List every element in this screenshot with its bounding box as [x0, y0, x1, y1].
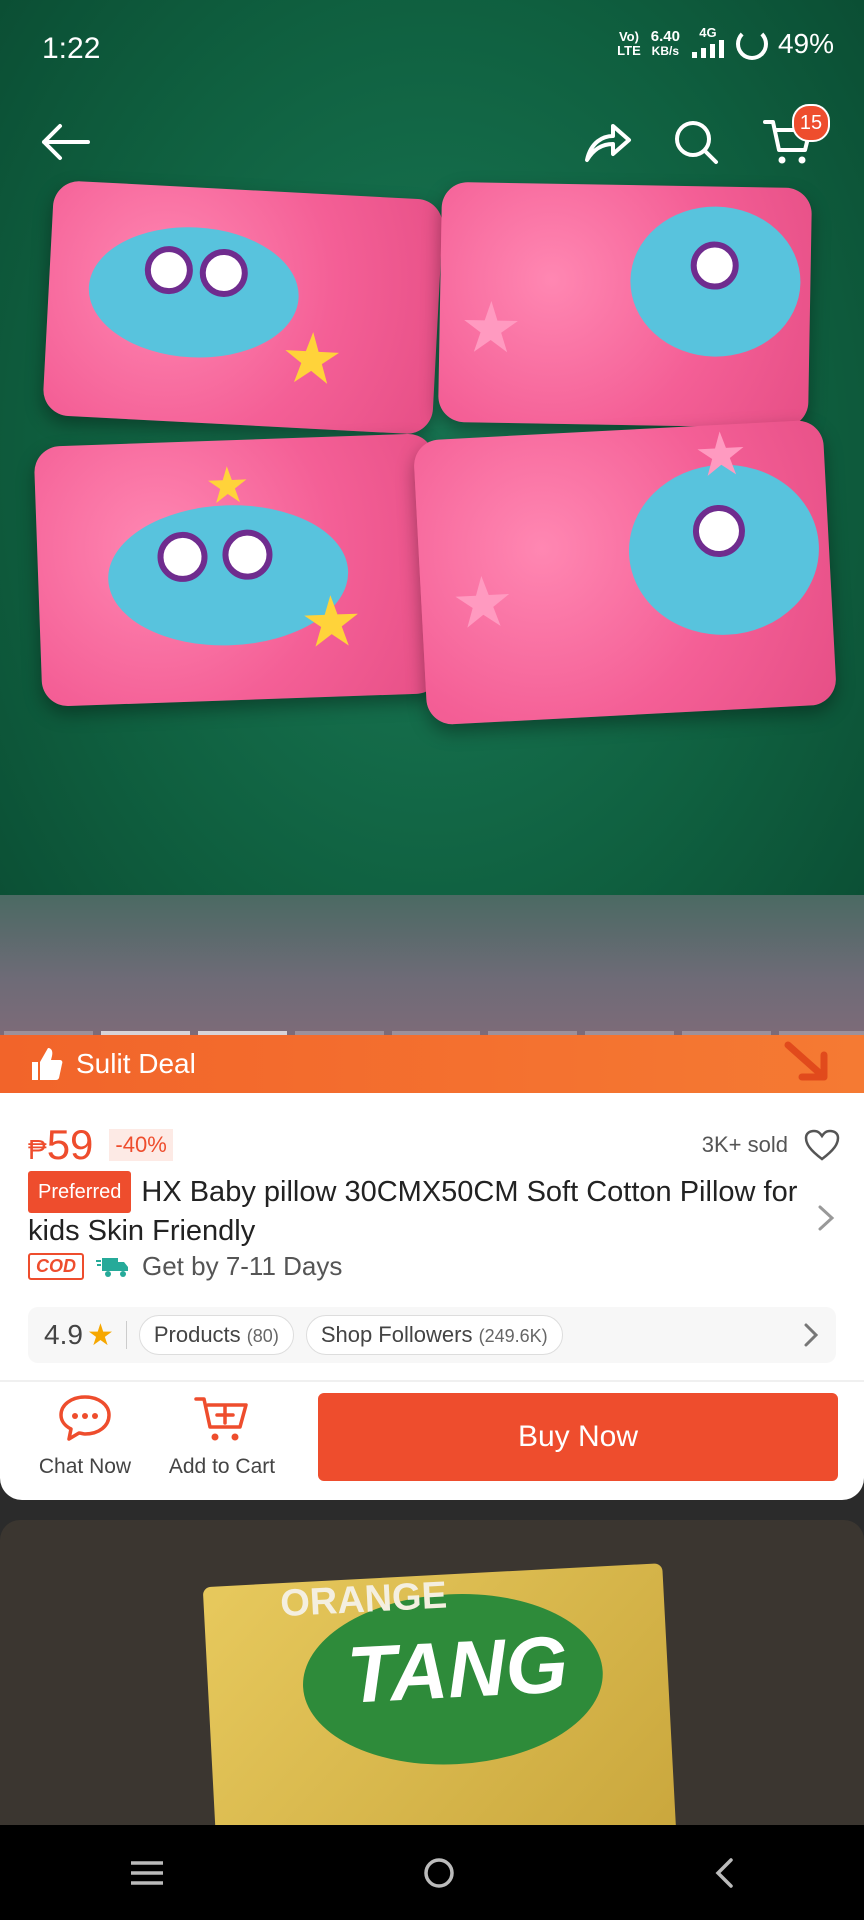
- signal-bars-icon: [691, 40, 724, 58]
- menu-icon[interactable]: [129, 1859, 165, 1887]
- lte-label: LTE: [617, 42, 641, 58]
- add-to-cart-label: Add to Cart: [168, 1455, 276, 1478]
- favorite-heart-icon[interactable]: [804, 1129, 840, 1161]
- followers-count: (249.6K): [478, 1326, 548, 1346]
- chat-now-label: Chat Now: [38, 1455, 132, 1478]
- search-button[interactable]: [664, 110, 728, 174]
- signal-indicator: 4G: [690, 26, 726, 61]
- deal-label: Sulit Deal: [76, 1048, 196, 1079]
- delivery-text: Get by 7-11 Days: [142, 1251, 343, 1281]
- back-icon[interactable]: [713, 1856, 735, 1890]
- chevron-right-icon[interactable]: [802, 1321, 820, 1349]
- price-value: 59: [46, 1121, 94, 1168]
- products-count: (80): [246, 1326, 279, 1346]
- price: ₱59: [28, 1121, 93, 1169]
- network-speed: 6.40 KB/s: [650, 27, 680, 58]
- rating-value: 4.9: [44, 1319, 83, 1350]
- search-icon: [675, 121, 718, 164]
- star-icon: ★: [86, 1318, 114, 1352]
- status-bar: 1:22 Vo) LTE 6.40 KB/s 4G 49%: [0, 0, 864, 95]
- pillow-top-right: ★: [437, 181, 813, 429]
- delivery-truck-icon: [96, 1257, 128, 1277]
- top-nav: 15: [0, 104, 864, 180]
- product-info-sheet: Sulit Deal ₱59 -40% 3K+ sold Preferred HX…: [0, 1035, 864, 1500]
- products-chip[interactable]: Products (80): [138, 1315, 294, 1355]
- divider: [0, 1380, 864, 1382]
- next-product-image: ORANGE TANG: [202, 1563, 678, 1825]
- cart-button[interactable]: 15: [756, 104, 830, 174]
- followers-label: Shop Followers: [320, 1322, 473, 1347]
- currency-symbol: ₱: [28, 1134, 47, 1165]
- pillow-bottom-left: ★ ★: [33, 433, 443, 707]
- product-title: HX Baby pillow 30CMX50CM Soft Cotton Pil…: [28, 1176, 798, 1247]
- battery-percent: 49%: [777, 27, 834, 59]
- battery-icon: [735, 27, 768, 60]
- chat-icon: [59, 1395, 111, 1441]
- pillow-bottom-right: ★ ★: [412, 419, 838, 726]
- home-icon[interactable]: [422, 1856, 456, 1890]
- volte-indicator: Vo) LTE: [617, 28, 641, 58]
- chevron-right-icon[interactable]: [816, 1203, 836, 1233]
- deal-banner: Sulit Deal: [0, 1035, 864, 1093]
- shop-rating: 4.9 ★: [44, 1318, 114, 1353]
- chat-now-button[interactable]: Chat Now: [20, 1393, 150, 1479]
- pillow-top-left: ★: [42, 179, 444, 436]
- share-button[interactable]: [576, 110, 640, 174]
- price-row: ₱59 -40% 3K+ sold: [28, 1115, 840, 1175]
- speed-unit: KB/s: [651, 43, 680, 58]
- discount-badge: -40%: [109, 1129, 173, 1161]
- brand-label: TANG: [344, 1619, 570, 1720]
- thumbs-up-icon: [32, 1048, 63, 1080]
- status-time: 1:22: [42, 32, 101, 65]
- cod-badge: COD: [28, 1253, 84, 1280]
- share-icon: [585, 124, 631, 162]
- deal-arrow-icon: [784, 1041, 828, 1081]
- signal-label: 4G: [699, 25, 717, 40]
- back-arrow-icon: [42, 124, 90, 160]
- image-fade: [0, 895, 864, 1035]
- followers-chip[interactable]: Shop Followers (249.6K): [305, 1315, 563, 1355]
- volte-label: Vo): [618, 28, 639, 44]
- products-label: Products: [153, 1322, 241, 1347]
- next-product-card[interactable]: ORANGE TANG: [0, 1520, 864, 1825]
- delivery-row: COD Get by 7-11 Days: [28, 1251, 342, 1282]
- buy-now-button[interactable]: Buy Now: [318, 1393, 838, 1481]
- system-nav-bar: [0, 1825, 864, 1920]
- sold-count: 3K+ sold: [701, 1132, 788, 1157]
- cart-count-badge: 15: [792, 104, 830, 142]
- product-title-block[interactable]: Preferred HX Baby pillow 30CMX50CM Soft C…: [28, 1171, 804, 1249]
- add-to-cart-icon: [194, 1397, 248, 1441]
- back-button[interactable]: [32, 110, 96, 174]
- add-to-cart-button[interactable]: Add to Cart: [157, 1393, 287, 1479]
- preferred-badge: Preferred: [28, 1171, 132, 1213]
- divider: [125, 1321, 127, 1349]
- status-icons: Vo) LTE 6.40 KB/s 4G 49%: [617, 26, 834, 61]
- action-bar: Chat Now Add to Cart Buy Now: [0, 1393, 864, 1493]
- speed-value: 6.40: [650, 27, 680, 45]
- shop-row[interactable]: 4.9 ★ Products (80) Shop Followers (249.…: [28, 1307, 836, 1363]
